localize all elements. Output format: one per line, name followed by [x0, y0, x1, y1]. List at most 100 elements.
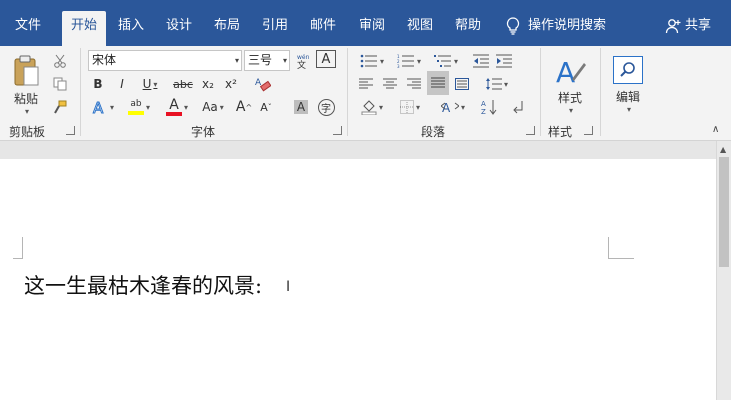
collapse-ribbon-icon[interactable]: ∧	[712, 124, 719, 135]
vertical-scrollbar[interactable]: ▲	[716, 141, 731, 400]
editing-button[interactable]: 编辑 ▾	[607, 50, 649, 120]
underline-button[interactable]: U ▾	[136, 73, 164, 95]
subscript-button[interactable]: x₂	[198, 73, 218, 95]
superscript-button[interactable]: x²	[221, 73, 241, 95]
chevron-down-icon[interactable]: ▾	[110, 103, 114, 112]
paste-button[interactable]: 粘贴 ▾	[6, 50, 46, 120]
text-effects-button[interactable]: A ▾	[88, 96, 118, 118]
borders-button[interactable]: ▾	[393, 96, 427, 118]
sort-button[interactable]: AZ	[479, 96, 499, 118]
tab-mailings[interactable]: 邮件	[302, 8, 344, 46]
chinese-layout-button[interactable]: A ▾	[436, 96, 470, 118]
highlighter-icon: ab	[127, 99, 144, 115]
decrease-indent-button[interactable]	[471, 50, 491, 72]
group-separator	[347, 48, 348, 136]
person-icon	[665, 18, 681, 34]
line-spacing-button[interactable]: ▾	[481, 73, 513, 95]
format-painter-button[interactable]	[50, 96, 70, 118]
clipboard-launcher-icon[interactable]	[66, 126, 75, 135]
chevron-down-icon[interactable]: ▾	[504, 80, 508, 89]
shrink-font-button[interactable]: Aˇ	[256, 96, 276, 118]
show-marks-button[interactable]	[508, 96, 528, 118]
styles-launcher-icon[interactable]	[584, 126, 593, 135]
cut-button[interactable]	[50, 50, 70, 72]
document-body-text[interactable]: 这一生最枯木逢春的风景:	[24, 270, 262, 300]
tab-layout[interactable]: 布局	[206, 8, 248, 46]
font-group-label: 字体	[191, 125, 216, 139]
increase-indent-button[interactable]	[494, 50, 514, 72]
styles-group-label: 样式	[548, 125, 573, 139]
chevron-down-icon[interactable]: ▾	[235, 51, 239, 70]
chevron-down-icon[interactable]: ▾	[184, 103, 188, 112]
multilevel-list-icon	[433, 54, 452, 68]
tab-insert[interactable]: 插入	[110, 8, 152, 46]
sort-icon: AZ	[481, 99, 497, 115]
justify-icon	[431, 77, 445, 89]
paragraph-launcher-icon[interactable]	[526, 126, 535, 135]
numbering-button[interactable]: 123 ▾	[392, 50, 426, 72]
chevron-down-icon[interactable]: ▾	[153, 80, 157, 89]
align-center-button[interactable]	[379, 73, 401, 95]
bullets-button[interactable]: ▾	[355, 50, 389, 72]
font-launcher-icon[interactable]	[333, 126, 342, 135]
distributed-button[interactable]	[451, 73, 473, 95]
grow-font-button[interactable]: A ^	[234, 96, 254, 118]
tab-design[interactable]: 设计	[158, 8, 200, 46]
subscript-label: x₂	[202, 77, 214, 91]
share-button[interactable]: 共享	[665, 8, 711, 44]
underline-label: U	[142, 77, 152, 91]
bold-button[interactable]: B	[88, 73, 108, 95]
chevron-down-icon[interactable]: ▾	[569, 106, 573, 115]
char-border-button[interactable]: A	[316, 50, 336, 68]
italic-button[interactable]: I	[112, 73, 132, 95]
strikethrough-button[interactable]: abc	[170, 73, 196, 95]
copy-icon	[53, 77, 67, 91]
highlight-button[interactable]: ab ▾	[122, 96, 156, 118]
tab-view[interactable]: 视图	[399, 8, 441, 46]
chevron-down-icon[interactable]: ▾	[380, 57, 384, 66]
chevron-down-icon[interactable]: ▾	[454, 57, 458, 66]
char-shading-button[interactable]: A	[291, 96, 311, 118]
justify-button[interactable]	[427, 71, 449, 95]
chevron-down-icon[interactable]: ▾	[627, 105, 631, 114]
caret-up-icon: ^	[245, 102, 253, 112]
scroll-up-icon[interactable]: ▲	[720, 145, 726, 154]
clear-formatting-button[interactable]: A	[252, 73, 274, 95]
margin-corner-left	[13, 237, 23, 259]
font-color-button[interactable]: A ▾	[160, 96, 194, 118]
align-right-button[interactable]	[403, 73, 425, 95]
chevron-down-icon[interactable]: ▾	[146, 103, 150, 112]
chevron-down-icon[interactable]: ▾	[283, 51, 287, 70]
copy-button[interactable]	[50, 73, 70, 95]
change-case-button[interactable]: Aa ▾	[197, 96, 229, 118]
paint-bucket-icon	[361, 99, 377, 115]
indent-icon	[496, 54, 512, 68]
chevron-down-icon[interactable]: ▾	[220, 103, 224, 112]
shrink-font-label: A	[260, 100, 268, 114]
tab-help[interactable]: 帮助	[447, 8, 489, 46]
svg-text:3: 3	[397, 64, 400, 68]
shading-button[interactable]: ▾	[355, 96, 389, 118]
tab-home[interactable]: 开始	[62, 11, 106, 46]
font-color-bar	[165, 111, 182, 116]
tab-file[interactable]: 文件	[4, 8, 52, 46]
distributed-icon	[455, 78, 469, 90]
styles-button[interactable]: A 样式 ▾	[547, 50, 593, 120]
chevron-down-icon[interactable]: ▾	[416, 103, 420, 112]
group-separator	[540, 48, 541, 136]
paintbrush-icon	[53, 100, 67, 114]
chevron-down-icon[interactable]: ▾	[379, 103, 383, 112]
tab-review[interactable]: 审阅	[351, 8, 393, 46]
multilevel-list-button[interactable]: ▾	[429, 50, 463, 72]
chevron-down-icon[interactable]: ▾	[461, 103, 465, 112]
font-size-combo[interactable]: 三号 ▾	[244, 50, 290, 71]
font-name-combo[interactable]: 宋体 ▾	[88, 50, 242, 71]
tell-me-search[interactable]: 操作说明搜索	[506, 8, 606, 44]
enclose-char-button[interactable]: 字	[316, 96, 336, 118]
chevron-down-icon[interactable]: ▾	[417, 57, 421, 66]
clipboard-icon	[11, 54, 41, 88]
tab-references[interactable]: 引用	[254, 8, 296, 46]
align-left-button[interactable]	[355, 73, 377, 95]
phonetic-guide-button[interactable]: wén 文	[293, 50, 313, 72]
scrollbar-thumb[interactable]	[719, 157, 729, 267]
